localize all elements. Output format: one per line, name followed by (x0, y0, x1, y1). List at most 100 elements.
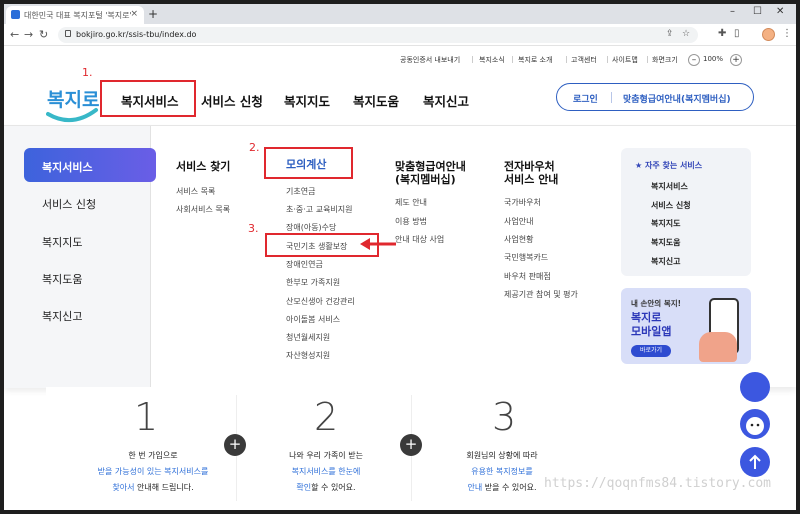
mega-left-nav: 복지서비스 서비스 신청 복지지도 복지도움 복지신고 (4, 126, 156, 388)
submenu-item[interactable]: 사업현황 (504, 234, 533, 245)
submenu-item[interactable]: 산모신생아 건강관리 (286, 296, 355, 307)
step-text: 받을 수 있어요. (482, 483, 537, 492)
new-tab-button[interactable]: + (148, 7, 158, 21)
col-title-find-service[interactable]: 서비스 찾기 (176, 160, 230, 173)
menu-kebab-icon[interactable]: ⋮ (782, 28, 792, 39)
back-arrow-icon[interactable]: ← (10, 28, 19, 41)
step-highlight: 받을 가능성이 있는 복지서비스를 (97, 467, 209, 476)
util-link-sitemap[interactable]: 사이트맵 (612, 55, 638, 65)
annotation-number-1: 1. (82, 66, 93, 79)
submenu-item[interactable]: 사회서비스 목록 (176, 204, 230, 215)
submenu-item[interactable]: 장애인연금 (286, 259, 323, 270)
submenu-item[interactable]: 한부모 가족지원 (286, 277, 340, 288)
divider (566, 56, 567, 63)
annotation-box-1 (100, 80, 196, 117)
frequent-item[interactable]: 복지신고 (651, 256, 680, 267)
util-link-support[interactable]: 고객센터 (571, 55, 597, 65)
step-text-line: 찾아서 안내해 드립니다. (68, 482, 238, 493)
step-text-line: 확인할 수 있어요. (241, 482, 411, 493)
submenu-item[interactable]: 장애(아동)수당 (286, 222, 336, 233)
submenu-item[interactable]: 기초연금 (286, 186, 315, 197)
util-link-about[interactable]: 복지로 소개 (518, 55, 552, 65)
extension-icon[interactable]: ✚ (718, 28, 726, 39)
frequent-item[interactable]: 복지서비스 (651, 181, 688, 192)
zoom-out-button[interactable]: – (688, 54, 700, 66)
gnb-service-apply[interactable]: 서비스 신청 (201, 91, 263, 110)
mega-menu: 복지서비스 서비스 신청 복지지도 복지도움 복지신고 서비스 찾기 서비스 목… (4, 125, 796, 388)
frequent-services-title: ★ 자주 찾는 서비스 (635, 160, 702, 171)
maximize-icon[interactable]: ☐ (753, 6, 762, 17)
submenu-item[interactable]: 청년월세지원 (286, 332, 330, 343)
tab-close-icon[interactable]: × (130, 9, 138, 19)
reload-icon[interactable]: ↻ (39, 28, 48, 41)
step-highlight: 확인 (296, 483, 312, 492)
bookmark-star-icon[interactable]: ☆ (682, 29, 690, 39)
submenu-item[interactable]: 서비스 목록 (176, 186, 215, 197)
submenu-item[interactable]: 바우처 판매점 (504, 271, 551, 282)
submenu-item[interactable]: 제도 안내 (395, 197, 427, 208)
frequent-services-label: 자주 찾는 서비스 (644, 161, 703, 170)
floating-chat-button[interactable] (740, 372, 770, 402)
gnb-welfare-help[interactable]: 복지도움 (353, 91, 399, 110)
promo-go-button[interactable]: 바로가기 (631, 345, 671, 357)
side-panel-icon[interactable]: ▯ (734, 28, 740, 39)
scroll-top-button[interactable] (740, 447, 770, 477)
step-number: 3 (492, 395, 517, 439)
gnb-welfare-report[interactable]: 복지신고 (423, 91, 469, 110)
left-nav-active-item[interactable]: 복지서비스 (24, 148, 156, 182)
bokjiro-logo[interactable]: 복지로 (46, 76, 106, 128)
left-nav-item[interactable]: 복지지도 (42, 234, 82, 250)
submenu-item[interactable]: 국가바우처 (504, 197, 541, 208)
step-text: 안내해 드립니다. (134, 483, 194, 492)
annotation-arrow-icon (360, 238, 396, 250)
promo-tagline: 내 손안의 복지! (631, 299, 682, 308)
annotation-number-3: 3. (248, 222, 259, 235)
minimize-icon[interactable]: – (730, 6, 735, 17)
util-link-cert[interactable]: 공동인증서 내보내기 (400, 55, 460, 65)
zoom-in-button[interactable]: + (730, 54, 742, 66)
mobile-app-promo[interactable]: 내 손안의 복지! 복지로 모바일앱 바로가기 (621, 288, 751, 364)
custom-benefit-link[interactable]: 맞춤형급여안내(복지멤버십) (623, 92, 731, 105)
col-title-line: 맞춤형급여안내 (395, 160, 466, 173)
submenu-item[interactable]: 국민행복카드 (504, 252, 548, 263)
browser-tab[interactable]: 대한민국 대표 복지포털 '복지로' × (6, 6, 144, 24)
util-link-news[interactable]: 복지소식 (479, 55, 505, 65)
submenu-item[interactable]: 안내 대상 사업 (395, 234, 444, 245)
step-text: 한 번 가입으로 (128, 451, 178, 460)
frequent-item[interactable]: 복지도움 (651, 237, 680, 248)
frequent-item[interactable]: 서비스 신청 (651, 200, 691, 211)
left-nav-item[interactable]: 서비스 신청 (42, 196, 96, 212)
url-bar[interactable]: bokjiro.go.kr/ssis-tbu/index.do ⇪ ☆ (58, 27, 698, 43)
step-number: 1 (134, 395, 159, 439)
submenu-item[interactable]: 제공기관 참여 및 평가 (504, 289, 578, 300)
forward-arrow-icon[interactable]: → (24, 28, 33, 41)
divider (611, 92, 612, 103)
close-window-icon[interactable]: ✕ (776, 6, 784, 17)
address-toolbar: ← → ↻ bokjiro.go.kr/ssis-tbu/index.do ⇪ … (4, 24, 796, 46)
chatbot-mascot-icon[interactable] (740, 409, 770, 439)
zoom-value: 100% (703, 55, 724, 63)
left-nav-item[interactable]: 복지도움 (42, 271, 82, 287)
submenu-item[interactable]: 이용 방법 (395, 216, 427, 227)
submenu-item[interactable]: 초·중·고 교육비지원 (286, 204, 353, 215)
login-link[interactable]: 로그인 (573, 92, 598, 105)
arrow-up-icon (749, 454, 761, 469)
left-nav-item[interactable]: 복지신고 (42, 308, 82, 324)
frequent-item[interactable]: 복지지도 (651, 218, 680, 229)
share-icon[interactable]: ⇪ (666, 29, 674, 39)
profile-avatar[interactable] (762, 28, 775, 41)
divider (607, 56, 608, 63)
gnb-welfare-map[interactable]: 복지지도 (284, 91, 330, 110)
step-highlight: 찾아서 (112, 483, 135, 492)
hand-illustration-icon (699, 332, 737, 362)
col-title-voucher[interactable]: 전자바우처 서비스 안내 (504, 160, 558, 186)
step-text: 나와 우리 가족이 받는 (289, 451, 363, 460)
submenu-item[interactable]: 자산형성지원 (286, 350, 330, 361)
step-text: 할 수 있어요. (311, 483, 356, 492)
svg-text:복지로: 복지로 (47, 89, 99, 111)
annotation-box-2 (264, 147, 353, 179)
col-title-membership[interactable]: 맞춤형급여안내 (복지멤버십) (395, 160, 466, 186)
submenu-item[interactable]: 아이돌봄 서비스 (286, 314, 340, 325)
tab-strip: 대한민국 대표 복지포털 '복지로' × + – ☐ ✕ (4, 4, 796, 24)
submenu-item[interactable]: 사업안내 (504, 216, 533, 227)
